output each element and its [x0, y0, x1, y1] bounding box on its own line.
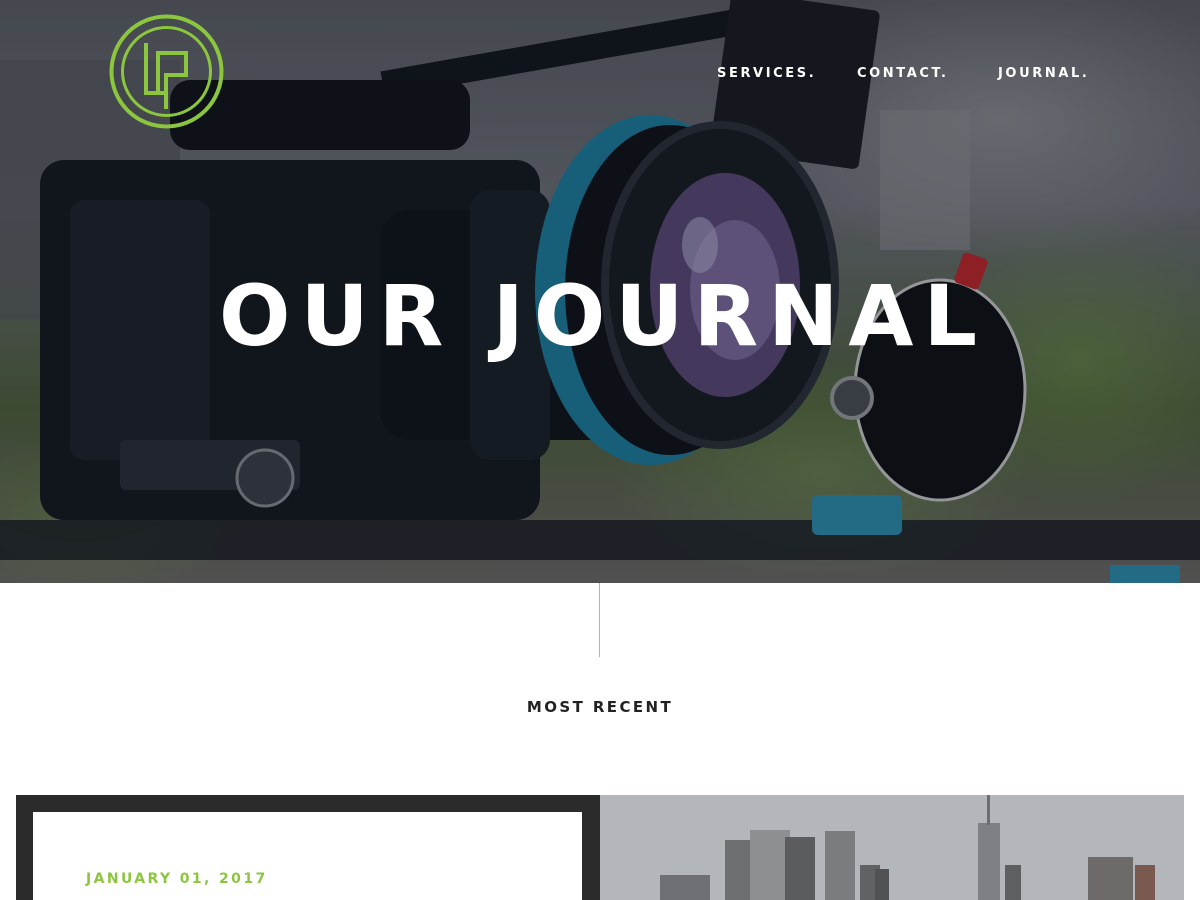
hero-title: OUR JOURNAL — [219, 267, 987, 365]
post-date: JANUARY 01, 2017 — [86, 871, 268, 887]
post-card-body: JANUARY 01, 2017 — [33, 812, 582, 900]
nav-link-contact[interactable]: CONTACT. — [857, 66, 949, 81]
post-card[interactable]: JANUARY 01, 2017 — [16, 795, 1184, 900]
nav-link-journal[interactable]: JOURNAL. — [998, 66, 1089, 81]
nav-link-services[interactable]: SERVICES. — [717, 66, 816, 81]
main-nav: SERVICES. CONTACT. JOURNAL. — [0, 66, 1200, 86]
section-divider-line — [599, 583, 600, 657]
skyline-image — [600, 795, 1184, 900]
post-card-frame: JANUARY 01, 2017 — [16, 795, 600, 900]
hero-banner: SERVICES. CONTACT. JOURNAL. OUR JOURNAL — [0, 0, 1200, 583]
post-thumbnail[interactable] — [600, 795, 1184, 900]
section-title: MOST RECENT — [526, 698, 674, 716]
